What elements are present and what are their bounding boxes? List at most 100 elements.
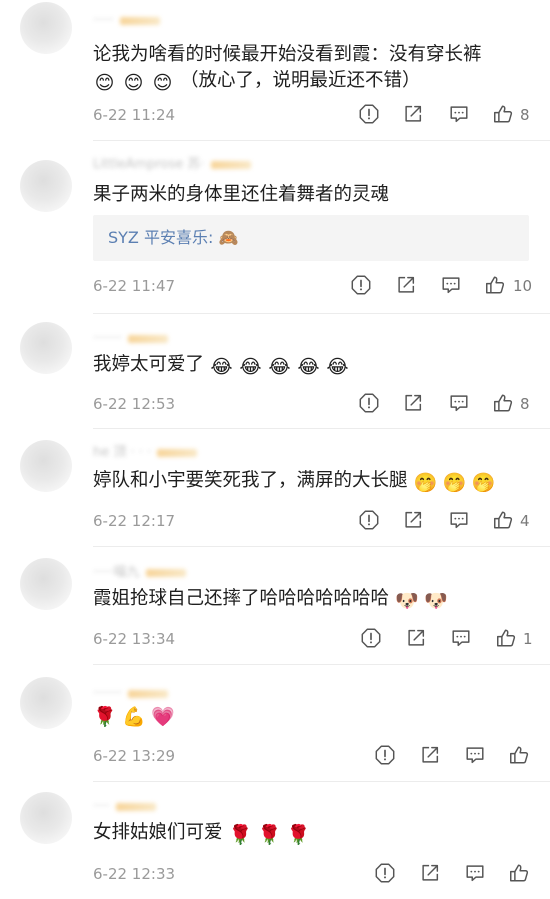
emoji-group: 🤭 🤭 🤭 — [414, 470, 501, 494]
emoji: 🐶 — [395, 590, 419, 612]
share-icon[interactable] — [419, 862, 441, 884]
avatar[interactable] — [20, 322, 72, 374]
thumbs-up-icon[interactable] — [495, 627, 517, 649]
username[interactable]: ······· — [93, 332, 168, 346]
emoji: 🤭 — [413, 472, 438, 494]
emoji-group: 🌹 💪 💗 — [93, 704, 180, 728]
reply-author[interactable]: SYZ 平安喜乐: 🙈 — [108, 227, 238, 249]
username-text: ·····喵九 — [93, 565, 140, 580]
username[interactable]: LittleAmprose 苏· — [93, 158, 251, 172]
share-icon[interactable] — [419, 744, 441, 766]
username-text: ···· — [93, 799, 110, 814]
share-icon[interactable] — [405, 627, 427, 649]
share-icon[interactable] — [402, 103, 424, 125]
avatar[interactable] — [20, 440, 72, 492]
divider — [93, 546, 550, 547]
emoji-group: 😂 😂 😂 😂 😂 — [210, 354, 355, 378]
user-badge — [145, 568, 186, 577]
reply-author-name: SYZ 平安喜乐: — [108, 228, 214, 247]
comment-icon[interactable] — [448, 509, 470, 531]
emoji: 💪 — [122, 706, 146, 728]
user-badge — [127, 689, 168, 698]
avatar[interactable] — [20, 677, 72, 729]
emoji: 💗 — [151, 706, 175, 728]
report-icon[interactable] — [374, 744, 396, 766]
emoji: 😊 — [123, 72, 144, 94]
comment-text-body: 我婷太可爱了 — [93, 354, 205, 375]
username[interactable]: ······· — [93, 687, 168, 701]
report-icon[interactable] — [360, 627, 382, 649]
reply-preview[interactable]: SYZ 平安喜乐: 🙈 — [93, 215, 529, 261]
username[interactable]: ·····喵九 — [93, 566, 186, 580]
report-icon[interactable] — [358, 103, 380, 125]
avatar[interactable] — [20, 558, 72, 610]
report-icon[interactable] — [374, 862, 396, 884]
comment-icon[interactable] — [448, 103, 470, 125]
timestamp: 6-22 11:24 — [93, 106, 176, 124]
timestamp: 6-22 12:17 — [93, 512, 176, 530]
username-text: LittleAmprose 苏· — [93, 157, 205, 172]
emoji: 🤭 — [442, 472, 467, 494]
thumbs-up-icon[interactable] — [492, 509, 514, 531]
avatar[interactable] — [20, 792, 72, 844]
comment-icon[interactable] — [448, 392, 470, 414]
timestamp: 6-22 12:53 — [93, 395, 176, 413]
divider — [93, 664, 550, 665]
comment-text: 霞姐抢球自己还摔了哈哈哈哈哈哈哈 🐶 🐶 — [93, 584, 520, 614]
share-icon[interactable] — [402, 509, 424, 531]
emoji: 😂 — [297, 356, 320, 378]
thumbs-up-icon[interactable] — [492, 392, 514, 414]
user-badge — [210, 160, 251, 169]
emoji: 🌹 — [93, 706, 117, 728]
report-icon[interactable] — [358, 392, 380, 414]
comment-text: 婷队和小宇要笑死我了，满屏的大长腿 🤭 🤭 🤭 — [93, 466, 520, 496]
comment-icon[interactable] — [464, 862, 486, 884]
avatar[interactable] — [20, 2, 72, 54]
report-icon[interactable] — [350, 274, 372, 296]
comment-text-body-2: （放心了，说明最近还不错） — [180, 70, 421, 91]
emoji: 😂 — [239, 356, 262, 378]
comment-text-body: 女排姑娘们可爱 — [93, 822, 223, 843]
comment-text-body: 霞姐抢球自己还摔了哈哈哈哈哈哈哈 — [93, 588, 390, 609]
emoji: 😊 — [94, 72, 115, 94]
user-badge — [157, 448, 198, 457]
divider — [93, 428, 550, 429]
user-badge — [119, 16, 160, 25]
emoji-group: 😊 😊 😊 — [93, 70, 180, 94]
emoji: 😂 — [326, 356, 349, 378]
username[interactable]: ···· — [93, 800, 156, 814]
thumbs-up-icon[interactable] — [492, 103, 514, 125]
comment-text-body: 论我为啥看的时候最开始没看到霞：没有穿长裤 — [93, 44, 482, 65]
user-badge — [115, 802, 156, 811]
thumbs-up-icon[interactable] — [508, 744, 530, 766]
comment-text-body: 婷队和小宇要笑死我了，满屏的大长腿 — [93, 470, 408, 491]
emoji: 🌹 — [257, 824, 282, 846]
divider — [93, 313, 550, 314]
comment-text: 我婷太可爱了 😂 😂 😂 😂 😂 — [93, 350, 520, 380]
timestamp: 6-22 11:47 — [93, 277, 176, 295]
divider — [93, 140, 550, 141]
comment-icon[interactable] — [450, 627, 472, 649]
like-count: 4 — [520, 512, 530, 530]
share-icon[interactable] — [395, 274, 417, 296]
comment-icon[interactable] — [440, 274, 462, 296]
username-text: he 顶 · · · — [93, 445, 152, 460]
emoji: 😂 — [210, 356, 233, 378]
share-icon[interactable] — [402, 392, 424, 414]
avatar[interactable] — [20, 160, 72, 212]
report-icon[interactable] — [358, 509, 380, 531]
username[interactable]: ····· — [93, 14, 160, 28]
comment-icon[interactable] — [464, 744, 486, 766]
emoji-group: 🐶 🐶 — [395, 588, 453, 612]
emoji: 😊 — [152, 72, 173, 94]
like-count: 1 — [523, 630, 533, 648]
thumbs-up-icon[interactable] — [484, 274, 506, 296]
divider — [93, 781, 550, 782]
timestamp: 6-22 13:29 — [93, 747, 176, 765]
comment-text-line2: 😊 😊 😊 （放心了，说明最近还不错） — [93, 66, 520, 96]
timestamp: 6-22 12:33 — [93, 865, 176, 883]
thumbs-up-icon[interactable] — [508, 862, 530, 884]
emoji: 😂 — [268, 356, 291, 378]
emoji-group: 🌹 🌹 🌹 — [229, 822, 316, 846]
username[interactable]: he 顶 · · · — [93, 445, 198, 460]
